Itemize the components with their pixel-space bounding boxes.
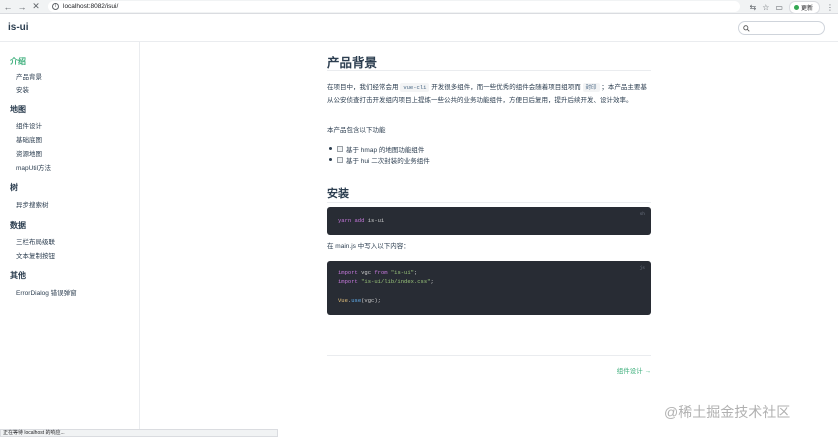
arrow-left-icon[interactable]: ← bbox=[2, 1, 14, 13]
sidebar-item-resource-map[interactable]: 资源地图 bbox=[16, 148, 42, 158]
search-box[interactable] bbox=[738, 21, 825, 35]
code-line: import "is-ui/lib/index.css"; bbox=[338, 278, 434, 285]
sidebar-item-base-map[interactable]: 基础底图 bbox=[16, 134, 42, 144]
intro-paragraph: 在项目中，我们经常会用 vue-cli 开发很多组件，而一些优秀的组件会随着项目… bbox=[327, 82, 651, 107]
update-button[interactable]: 更新 bbox=[788, 1, 820, 14]
code-line: Vue.use(vgc); bbox=[338, 297, 381, 304]
sidebar-group-tree[interactable]: 树 bbox=[10, 182, 18, 193]
sidebar-item-async-tree[interactable]: 异步搜索树 bbox=[16, 199, 49, 209]
sidebar-item-copy-button[interactable]: 文本复制按钮 bbox=[16, 250, 55, 260]
navbar: is-ui bbox=[0, 14, 838, 42]
install-code-block[interactable]: sh yarn add is-ui bbox=[327, 207, 651, 235]
status-bar: 正在等待 localhost 的响应... bbox=[0, 429, 278, 437]
list-item: 基于 hmap 的地图功能组件 bbox=[327, 143, 430, 154]
intro-text-1: 在项目中，我们经常会用 bbox=[327, 84, 401, 91]
search-icon bbox=[743, 24, 750, 32]
info-icon[interactable]: i bbox=[52, 3, 59, 10]
sidebar-group-data[interactable]: 数据 bbox=[10, 220, 26, 231]
search-input[interactable] bbox=[752, 25, 822, 31]
next-page-link[interactable]: 组件设计 → bbox=[617, 365, 651, 375]
arrow-right-icon[interactable]: → bbox=[16, 1, 28, 13]
menu-icon[interactable]: ⋮ bbox=[826, 3, 834, 12]
sidebar: 介绍 产品背景 安装 地图 组件设计 基础底图 资源地图 mapUtil方法 树… bbox=[0, 42, 140, 437]
browser-actions: ⇆ ☆ ▭ 更新 ⋮ bbox=[750, 1, 834, 14]
browser-toolbar: ← → ✕ i localhost:8082/isui/ ⇆ ☆ ▭ 更新 ⋮ bbox=[0, 0, 838, 14]
sidebar-item-cascade[interactable]: 三栏布局级联 bbox=[16, 236, 55, 246]
footer-divider bbox=[327, 355, 651, 356]
intro-text-2: 开发很多组件，而一些优秀的组件会随着项目组项而 bbox=[429, 84, 583, 91]
features-list: 基于 hmap 的地图功能组件 基于 hui 二次封装的业务组件 bbox=[327, 143, 430, 165]
avatar-icon bbox=[793, 5, 799, 10]
code-lang-label: js bbox=[639, 266, 645, 271]
sidebar-item-component-design[interactable]: 组件设计 bbox=[16, 120, 42, 130]
mainjs-instruction: 在 main.js 中写入以下内容： bbox=[327, 243, 410, 250]
install-divider bbox=[327, 202, 651, 203]
bookmark-icon[interactable]: ▭ bbox=[775, 3, 783, 12]
sidebar-group-intro[interactable]: 介绍 bbox=[10, 56, 26, 67]
mainjs-code-block[interactable]: js import vgc from "is-ui"; import "is-u… bbox=[327, 261, 651, 315]
feature-text: 基于 hmap 的地图功能组件 bbox=[346, 146, 425, 154]
sidebar-item-install[interactable]: 安装 bbox=[16, 84, 29, 94]
sidebar-group-map[interactable]: 地图 bbox=[10, 104, 26, 115]
sidebar-group-other[interactable]: 其他 bbox=[10, 270, 26, 281]
code-line: import vgc from "is-ui"; bbox=[338, 269, 418, 276]
install-heading: 安装 bbox=[327, 188, 349, 200]
inline-code: 封印 bbox=[582, 83, 600, 92]
list-item: 基于 hui 二次封装的业务组件 bbox=[327, 154, 430, 165]
code-lang-label: sh bbox=[639, 212, 645, 217]
close-icon[interactable]: ✕ bbox=[30, 1, 42, 13]
image-icon bbox=[337, 156, 343, 163]
address-bar[interactable]: i localhost:8082/isui/ bbox=[48, 1, 740, 12]
features-heading: 本产品包含以下功能 bbox=[327, 127, 386, 134]
feature-text: 基于 hui 二次封装的业务组件 bbox=[346, 157, 430, 165]
code-line: yarn add is-ui bbox=[338, 217, 385, 224]
watermark-text: @稀土掘金技术社区 bbox=[664, 404, 791, 420]
update-label: 更新 bbox=[800, 6, 813, 12]
image-icon bbox=[337, 145, 343, 152]
watermark: @稀土掘金技术社区 bbox=[664, 402, 790, 422]
site-name[interactable]: is-ui bbox=[8, 22, 29, 33]
sidebar-item-error-dialog[interactable]: ErrorDialog 错误弹窗 bbox=[16, 287, 77, 297]
star-icon[interactable]: ☆ bbox=[762, 3, 769, 12]
sidebar-item-maputil[interactable]: mapUtil方法 bbox=[16, 162, 51, 172]
translate-icon[interactable]: ⇆ bbox=[750, 3, 757, 12]
title-divider bbox=[327, 70, 651, 71]
sidebar-item-product-background[interactable]: 产品背景 bbox=[16, 71, 42, 81]
url-text: localhost:8082/isui/ bbox=[63, 3, 119, 10]
inline-code: vue-cli bbox=[400, 83, 430, 92]
page-title: 产品背景 bbox=[327, 56, 378, 70]
